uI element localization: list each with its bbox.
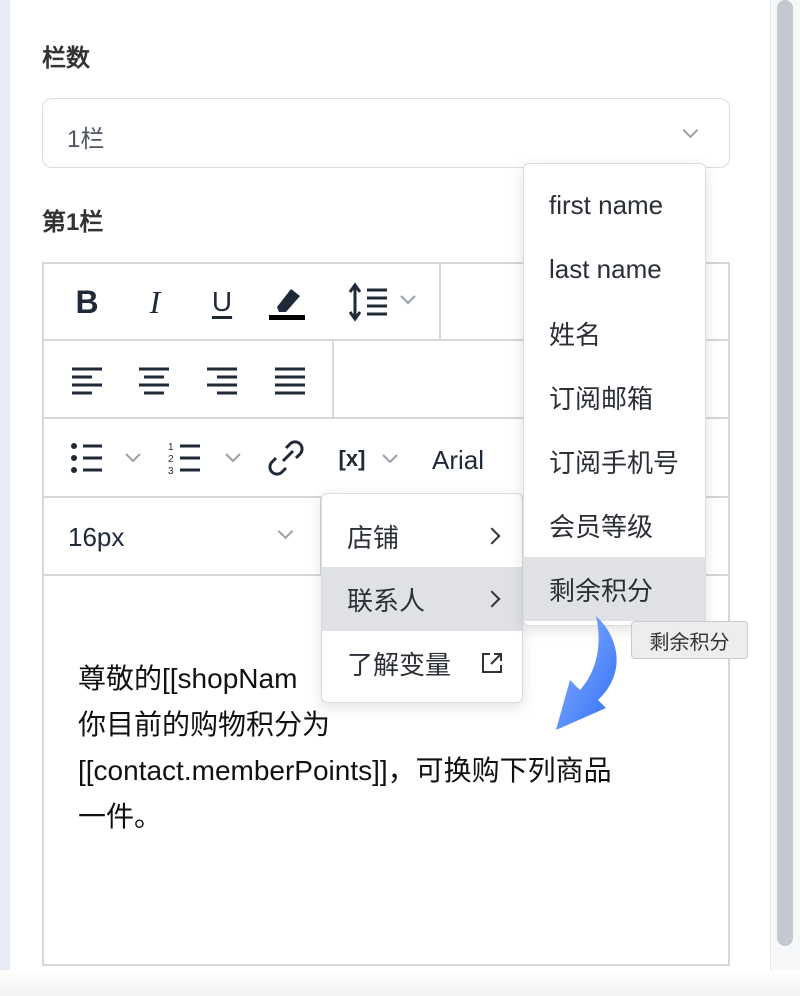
scrollbar-thumb[interactable] — [777, 0, 793, 946]
align-right-icon — [207, 367, 237, 395]
link-icon — [268, 440, 304, 476]
external-link-icon — [482, 653, 502, 673]
toolbar-divider — [439, 262, 441, 340]
numbered-list-button[interactable]: 1 2 3 — [166, 438, 250, 478]
font-family-select[interactable]: Arial — [432, 445, 484, 476]
line-height-button[interactable] — [347, 280, 423, 324]
menu-item-contact[interactable]: 联系人 — [322, 567, 522, 631]
chevron-down-icon — [682, 122, 699, 139]
underline-icon: U — [211, 286, 233, 317]
contact-submenu: first name last name 姓名 订阅邮箱 订阅手机号 会员等级 … — [523, 163, 706, 626]
columns-label: 栏数 — [42, 45, 90, 72]
underline-button[interactable]: U — [203, 282, 241, 322]
svg-text:1: 1 — [168, 442, 174, 453]
svg-text:3: 3 — [168, 466, 174, 477]
bottom-shade — [0, 970, 800, 996]
link-button[interactable] — [266, 438, 306, 478]
toolbar-divider — [332, 339, 334, 418]
variable-menu: 店铺 联系人 了解变量 — [321, 493, 523, 703]
content-line: 一件。 — [78, 801, 163, 832]
submenu-item[interactable]: 订阅手机号 — [524, 429, 705, 493]
chevron-right-icon — [483, 590, 501, 608]
bullet-list-icon — [71, 443, 141, 473]
align-left-button[interactable] — [68, 362, 106, 398]
left-panel-edge — [0, 0, 10, 996]
column-1-label: 第1栏 — [42, 209, 104, 236]
variable-icon: [x] — [338, 446, 366, 471]
menu-item-shop[interactable]: 店铺 — [322, 504, 522, 568]
submenu-item[interactable]: first name — [524, 173, 705, 237]
submenu-item[interactable]: last name — [524, 237, 705, 301]
align-justify-icon — [275, 367, 305, 395]
align-center-icon — [139, 367, 169, 395]
numbered-list-icon: 1 2 3 — [168, 442, 241, 477]
tooltip: 剩余积分 — [631, 621, 748, 659]
menu-item-label: 了解变量 — [347, 649, 452, 680]
align-right-button[interactable] — [203, 362, 241, 398]
content-line: [[contact.memberPoints]]，可换购下列商品 — [78, 755, 612, 786]
highlighter-icon — [269, 289, 305, 320]
variable-insert-button[interactable]: [x] — [332, 440, 406, 478]
submenu-item[interactable]: 姓名 — [524, 301, 705, 365]
align-left-icon — [72, 367, 102, 395]
chevron-down-icon — [382, 454, 399, 464]
font-size-select[interactable]: 16px — [68, 522, 124, 553]
menu-item-learn-variables[interactable]: 了解变量 — [322, 631, 522, 695]
svg-text:2: 2 — [168, 454, 174, 465]
submenu-item[interactable]: 会员等级 — [524, 493, 705, 557]
line-height-icon — [348, 282, 416, 322]
align-center-button[interactable] — [135, 362, 173, 398]
italic-icon: I — [149, 283, 161, 320]
annotation-arrow-icon — [556, 616, 617, 730]
highlight-button[interactable] — [266, 280, 308, 324]
bold-icon: B — [75, 283, 99, 320]
bold-button[interactable]: B — [68, 282, 106, 322]
columns-select[interactable]: 1栏 — [42, 98, 730, 168]
submenu-item[interactable]: 订阅邮箱 — [524, 365, 705, 429]
italic-button[interactable]: I — [136, 282, 174, 322]
chevron-right-icon — [483, 527, 501, 545]
menu-item-label: 联系人 — [347, 585, 426, 616]
columns-select-value: 1栏 — [67, 126, 105, 153]
bullet-list-button[interactable] — [68, 438, 152, 478]
align-justify-button[interactable] — [271, 362, 309, 398]
menu-item-label: 店铺 — [347, 522, 400, 553]
